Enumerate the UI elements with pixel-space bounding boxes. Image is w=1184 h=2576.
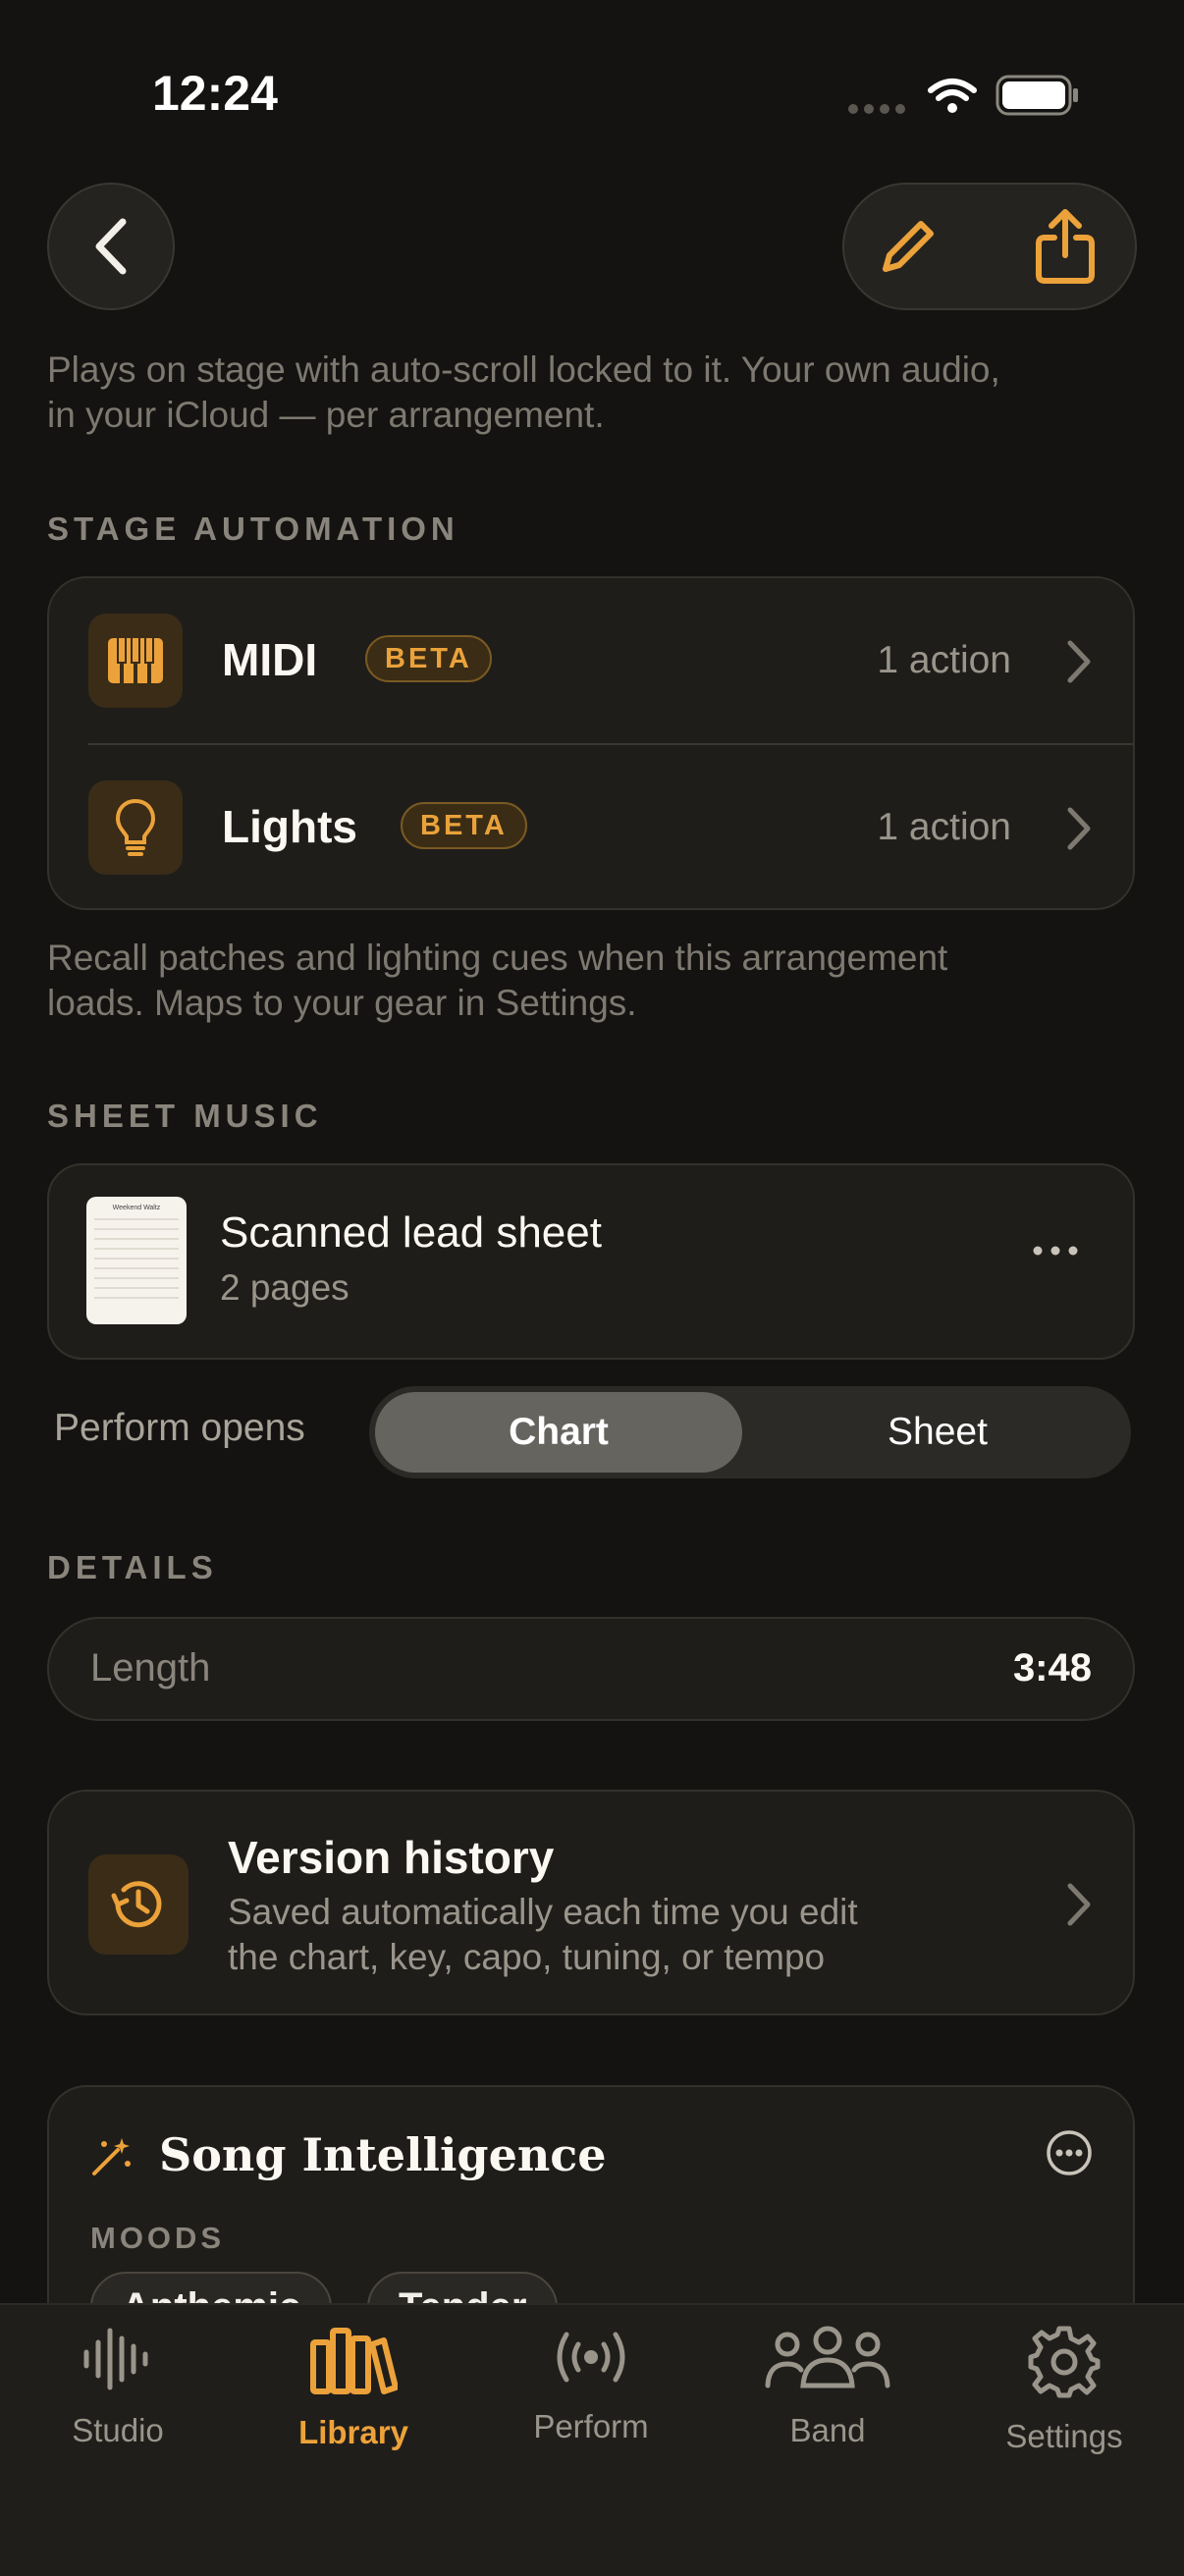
library-books-icon [310,2328,399,2394]
segment-sheet-label: Sheet [888,1411,988,1453]
midi-beta-badge: BETA [365,635,492,682]
lights-action-count: 1 action [877,806,1011,848]
sheet-thumbnail: Weekend Waltz [86,1197,187,1324]
header-actions [842,183,1137,310]
lights-row[interactable]: Lights BETA 1 action [49,745,1133,910]
midi-row[interactable]: MIDI BETA 1 action [49,578,1133,743]
tab-perform[interactable]: Perform [503,2325,679,2445]
tab-settings[interactable]: Settings [976,2325,1153,2455]
perform-opens-label: Perform opens [54,1407,305,1449]
length-row[interactable]: Length 3:48 [47,1617,1135,1721]
length-value: 3:48 [1012,1646,1092,1690]
status-time: 12:24 [152,66,278,121]
lights-beta-badge: BETA [401,802,527,849]
intro-text: Plays on stage with auto-scroll locked t… [47,349,1000,435]
version-history-title: Version history [228,1832,555,1883]
chevron-right-icon [1067,640,1091,683]
song-intelligence-title: Song Intelligence [159,2128,607,2181]
tab-library[interactable]: Library [265,2325,442,2451]
staff-lines-graphic [94,1218,179,1299]
stage-automation-card: MIDI BETA 1 action Lights BETA 1 action [47,576,1135,910]
share-icon [1036,209,1095,284]
sheet-music-card[interactable]: Weekend Waltz Scanned lead sheet 2 pages [47,1163,1135,1360]
more-circle-icon [1047,2130,1092,2175]
chevron-left-icon [95,218,127,275]
tab-perform-label: Perform [533,2408,649,2444]
stage-automation-footer: Recall patches and lighting cues when th… [47,938,948,1023]
segment-chart[interactable]: Chart [375,1392,742,1473]
sheet-page-count: 2 pages [220,1267,350,1308]
tab-band-label: Band [789,2412,866,2448]
midi-action-count: 1 action [877,639,1011,681]
details-header: DETAILS [47,1549,218,1585]
history-clock-icon [88,1854,188,1955]
thumbnail-title: Weekend Waltz [112,1205,161,1211]
sheet-music-header: SHEET MUSIC [47,1098,323,1134]
tab-settings-label: Settings [1005,2418,1123,2454]
stage-automation-header: STAGE AUTOMATION [47,510,459,547]
length-label: Length [90,1646,211,1690]
perform-opens-segmented-control: Chart Sheet [369,1386,1131,1478]
tab-library-label: Library [298,2414,408,2450]
tab-band[interactable]: Band [739,2325,916,2449]
midi-title: MIDI [222,634,318,685]
gear-icon [1028,2326,1101,2398]
back-button[interactable] [47,183,175,310]
lightbulb-icon [88,780,183,875]
more-options-button[interactable] [1031,1244,1080,1262]
tab-studio[interactable]: Studio [29,2325,206,2449]
sheet-title: Scanned lead sheet [220,1208,602,1257]
edit-button[interactable] [874,212,942,281]
pencil-icon [883,221,934,272]
chevron-right-icon [1067,1883,1091,1926]
song-intelligence-more-button[interactable] [1045,2128,1094,2182]
share-button[interactable] [1031,206,1100,285]
version-history-description: Saved automatically each time you edit t… [228,1892,858,1977]
segment-sheet[interactable]: Sheet [750,1392,1125,1473]
battery-icon [996,75,1080,121]
lights-title: Lights [222,801,357,852]
chevron-right-icon [1067,807,1091,850]
broadcast-icon [557,2332,625,2383]
tab-studio-label: Studio [72,2412,164,2448]
cellular-signal-icon [848,102,907,121]
people-icon [765,2326,890,2388]
version-history-card[interactable]: Version history Saved automatically each… [47,1790,1135,2015]
sparkles-icon [92,2138,131,2175]
ellipsis-icon [1033,1246,1078,1256]
waveform-icon [83,2328,148,2390]
wifi-icon [927,77,978,121]
piano-keys-icon [88,614,183,708]
segment-chart-label: Chart [509,1411,609,1453]
moods-label: MOODS [90,2221,226,2255]
